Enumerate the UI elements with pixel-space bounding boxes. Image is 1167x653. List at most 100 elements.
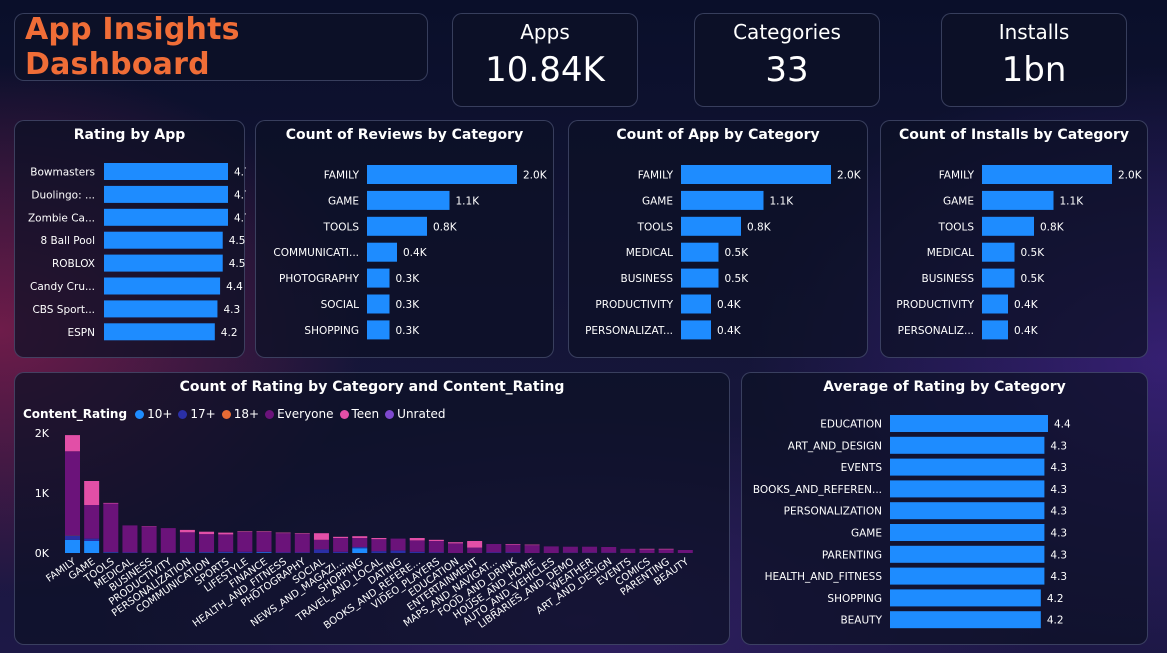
stacked-bar-segment[interactable]	[103, 502, 119, 504]
stacked-bar-segment[interactable]	[84, 538, 100, 541]
bar[interactable]	[982, 268, 1015, 288]
stacked-bar-segment[interactable]	[256, 551, 272, 553]
stacked-bar-segment[interactable]	[390, 538, 406, 551]
stacked-bar-segment[interactable]	[582, 546, 598, 553]
stacked-bar-segment[interactable]	[390, 550, 406, 553]
stacked-bar-segment[interactable]	[179, 532, 195, 553]
bar[interactable]	[104, 300, 218, 318]
stacked-bar-segment[interactable]	[256, 531, 272, 532]
bar[interactable]	[681, 216, 741, 236]
stacked-bar-segment[interactable]	[428, 552, 444, 553]
stacked-bar-segment[interactable]	[409, 540, 425, 552]
reviews-by-category-panel[interactable]: Count of Reviews by Category FAMILY 2.0K G…	[255, 120, 554, 358]
stacked-bar-segment[interactable]	[218, 534, 234, 552]
stacked-bar-segment[interactable]	[237, 532, 253, 552]
stacked-bar-segment[interactable]	[352, 536, 368, 538]
stacked-bar-segment[interactable]	[524, 544, 540, 546]
apps-by-category-panel[interactable]: Count of App by Category FAMILY 2.0K GAME 1…	[568, 120, 868, 358]
stacked-bar-segment[interactable]	[409, 551, 425, 553]
stacked-bar-segment[interactable]	[505, 552, 521, 553]
bar[interactable]	[890, 611, 1041, 629]
bar[interactable]	[890, 458, 1045, 476]
legend-item-18[interactable]: 18+	[221, 407, 259, 421]
bar[interactable]	[104, 323, 215, 341]
stacked-bar-segment[interactable]	[256, 552, 272, 553]
stacked-bar-segment[interactable]	[448, 542, 463, 544]
avg-rating-by-category-chart[interactable]: EDUCATION 4.4 ART_AND_DESIGN 4.3 EVENTS 4.3 BO…	[742, 373, 1149, 646]
avg-rating-by-category-panel[interactable]: Average of Rating by Category EDUCATION 4…	[741, 372, 1148, 645]
installs-by-category-chart[interactable]: FAMILY 2.0K GAME 1.1K TOOLS 0.8K MEDICAL 0.5K BU…	[881, 121, 1149, 359]
stacked-bar-segment[interactable]	[333, 536, 349, 538]
bar[interactable]	[890, 415, 1048, 432]
stacked-bar-segment[interactable]	[620, 548, 636, 553]
bar[interactable]	[982, 190, 1054, 210]
legend-item-teen[interactable]: Teen	[339, 407, 379, 421]
stacked-bar-segment[interactable]	[658, 548, 674, 550]
bar[interactable]	[890, 480, 1045, 498]
stacked-bar-segment[interactable]	[160, 528, 176, 553]
stacked-bar-segment[interactable]	[639, 549, 655, 553]
legend-item-10[interactable]: 10+	[135, 407, 172, 421]
stacked-bar-segment[interactable]	[313, 549, 329, 553]
stacked-bar-segment[interactable]	[448, 543, 463, 553]
bar[interactable]	[681, 242, 719, 262]
stacked-bar-segment[interactable]	[84, 505, 100, 539]
stacked-bar-segment[interactable]	[524, 545, 540, 553]
stacked-bar-segment[interactable]	[428, 539, 444, 541]
legend-item-everyone[interactable]: Everyone	[265, 407, 334, 421]
stacked-bar-segment[interactable]	[294, 552, 310, 553]
bar[interactable]	[367, 320, 390, 340]
legend-item-unrated[interactable]: Unrated	[385, 407, 446, 421]
stacked-bar-segment[interactable]	[103, 552, 119, 553]
legend-item-17[interactable]: 17+	[178, 407, 216, 421]
bar[interactable]	[890, 502, 1045, 520]
bar[interactable]	[104, 231, 223, 249]
bar[interactable]	[982, 242, 1015, 262]
bar[interactable]	[367, 216, 427, 236]
stacked-bar-segment[interactable]	[179, 552, 195, 553]
stacked-bar-segment[interactable]	[122, 525, 138, 553]
kpi-card-categories[interactable]: Categories 33	[694, 13, 880, 107]
stacked-bar-segment[interactable]	[371, 551, 387, 553]
stacked-bar-segment[interactable]	[199, 534, 215, 553]
bar[interactable]	[367, 294, 390, 314]
stacked-bar-segment[interactable]	[294, 533, 310, 534]
stacked-bar-segment[interactable]	[371, 539, 387, 552]
bar[interactable]	[104, 208, 228, 226]
bar[interactable]	[681, 190, 764, 210]
bar[interactable]	[367, 242, 397, 262]
stacked-bar-segment[interactable]	[237, 531, 253, 532]
kpi-card-installs[interactable]: Installs 1bn	[941, 13, 1127, 107]
stacked-bar-segment[interactable]	[275, 533, 291, 553]
stacked-bar-segment[interactable]	[352, 547, 368, 549]
installs-by-category-panel[interactable]: Count of Installs by Category FAMILY 2.0K…	[880, 120, 1148, 358]
stacked-bar-segment[interactable]	[179, 529, 195, 533]
stacked-bar-segment[interactable]	[65, 435, 80, 452]
stacked-bar-segment[interactable]	[333, 538, 349, 552]
rating-by-category-content-panel[interactable]: Count of Rating by Category and Content_…	[14, 372, 730, 645]
stacked-bar-segment[interactable]	[352, 548, 368, 553]
bar[interactable]	[104, 277, 221, 295]
bar[interactable]	[104, 185, 228, 203]
bar[interactable]	[367, 190, 450, 210]
bar[interactable]	[982, 165, 1112, 184]
stacked-bar-segment[interactable]	[256, 532, 272, 552]
stacked-bar-segment[interactable]	[505, 544, 521, 553]
stacked-bar-segment[interactable]	[275, 552, 291, 553]
stacked-bar-segment[interactable]	[199, 552, 215, 553]
stacked-bar-segment[interactable]	[486, 552, 502, 553]
stacked-bar-segment[interactable]	[313, 539, 329, 550]
bar[interactable]	[890, 545, 1045, 563]
bar[interactable]	[982, 216, 1034, 236]
reviews-by-category-chart[interactable]: FAMILY 2.0K GAME 1.1K TOOLS 0.8K COMMUNICATI..…	[256, 121, 555, 359]
bar[interactable]	[104, 163, 228, 180]
rating-by-app-chart[interactable]: Bowmasters 4.7 Duolingo: ... 4.7 Zombie Ca..…	[15, 121, 251, 359]
stacked-bar-segment[interactable]	[218, 551, 234, 553]
stacked-bar-segment[interactable]	[65, 539, 80, 553]
bar[interactable]	[890, 589, 1041, 607]
stacked-bar-segment[interactable]	[65, 535, 80, 540]
rating-by-app-panel[interactable]: Rating by App Bowmasters 4.7 Duolingo: ...…	[14, 120, 251, 359]
bar[interactable]	[681, 294, 711, 314]
stacked-bar-segment[interactable]	[352, 538, 368, 547]
stacked-bar-segment[interactable]	[639, 548, 655, 550]
